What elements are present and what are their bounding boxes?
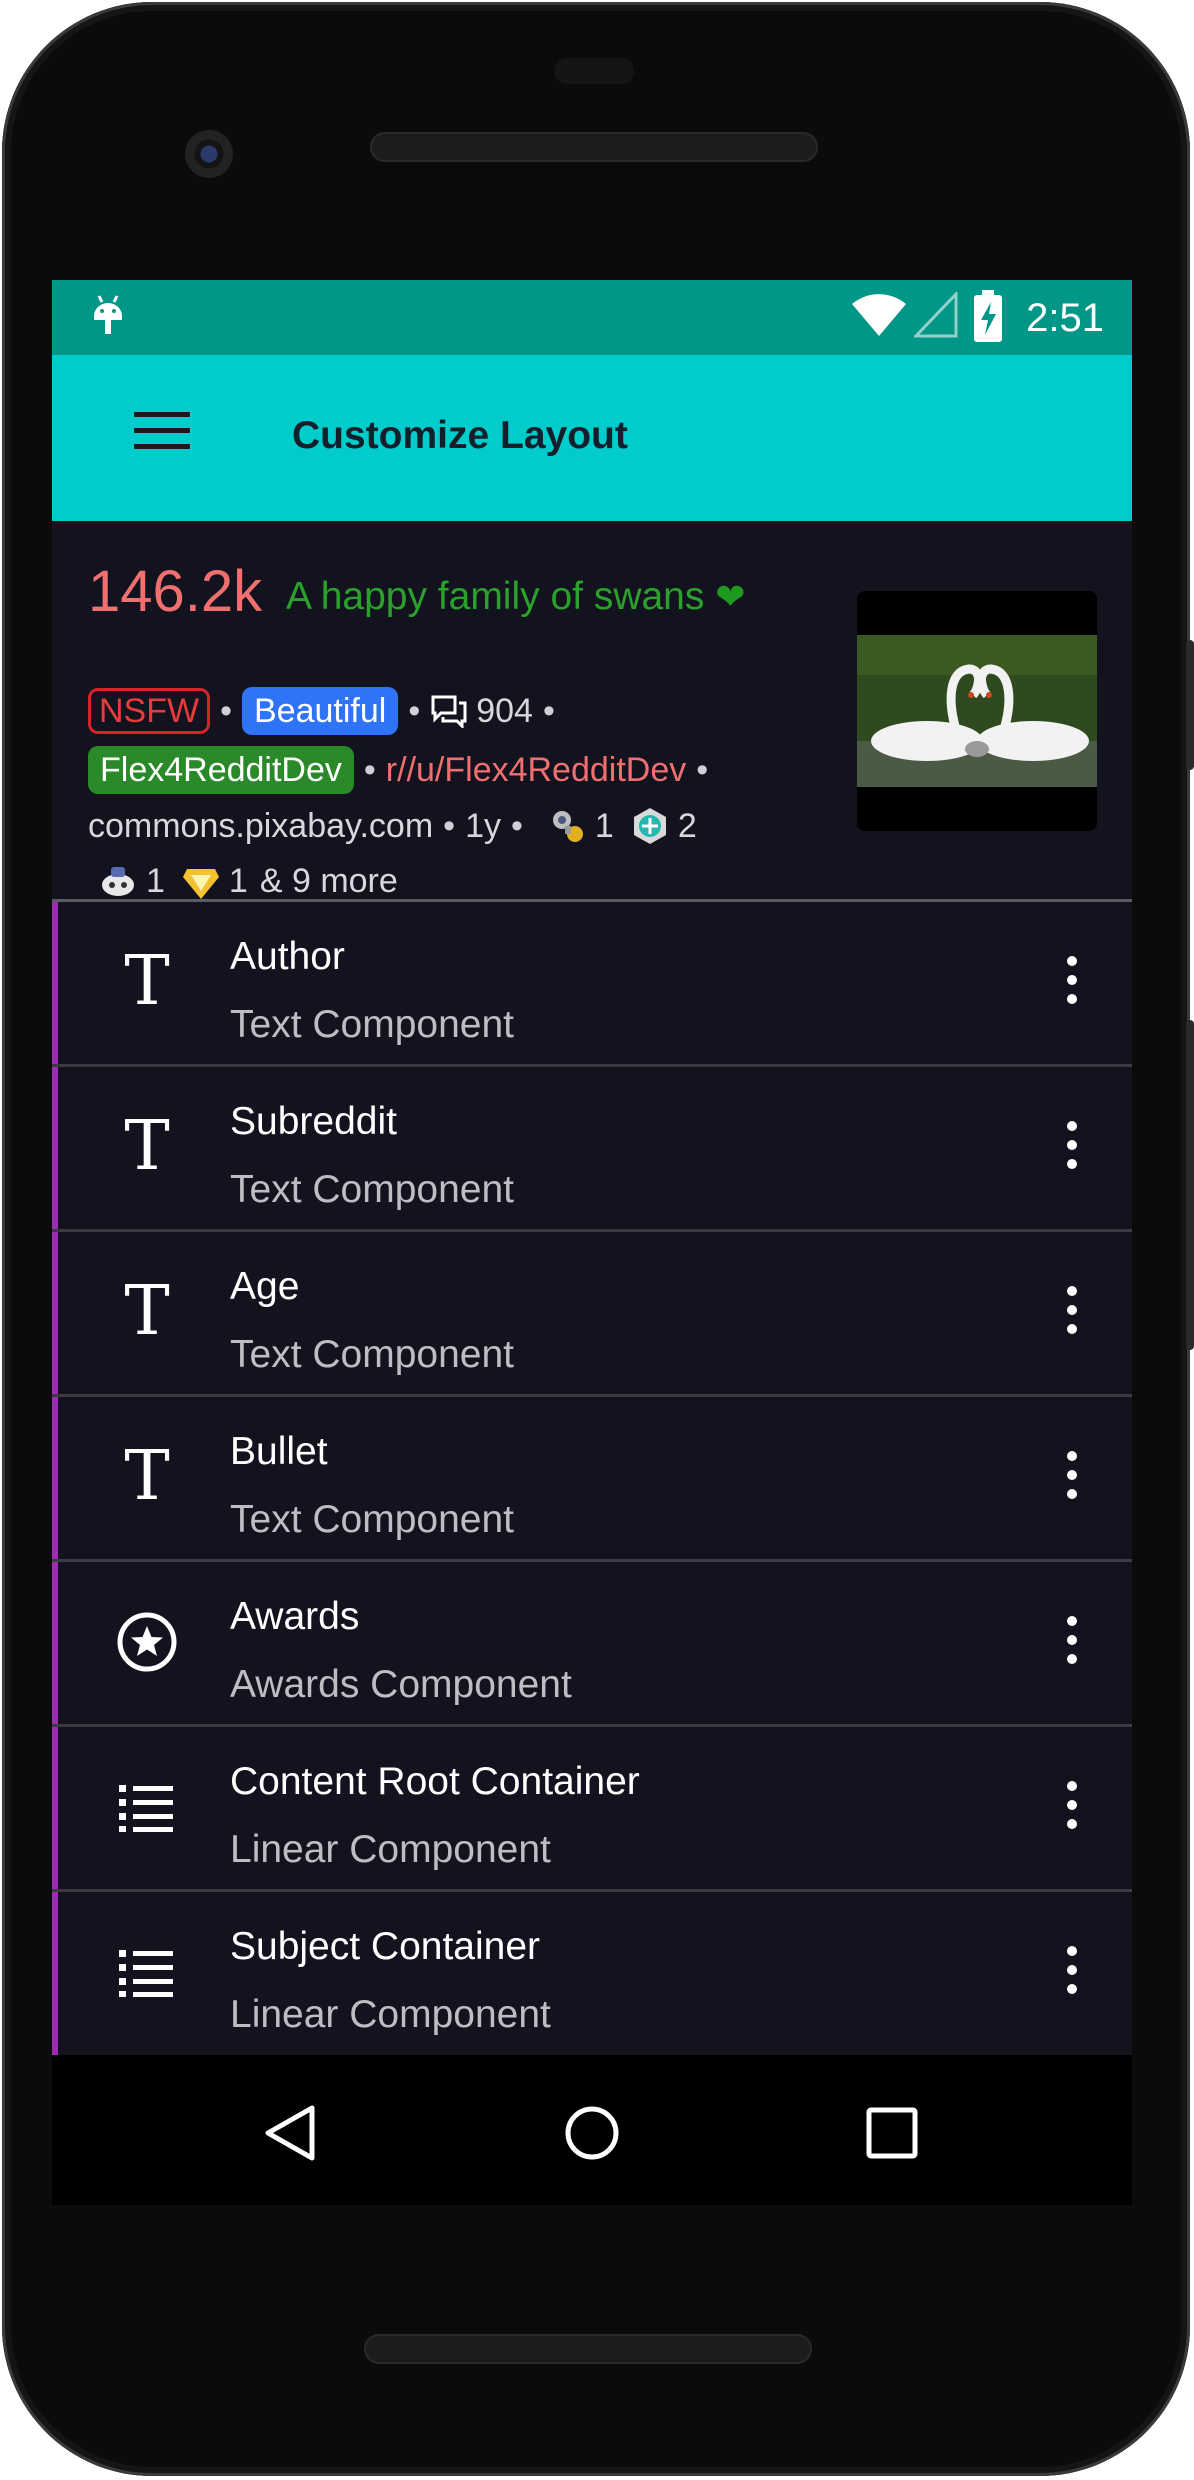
battery-charging-icon [974,290,1002,342]
post-age: 1y [465,807,501,845]
bullet: • [696,751,709,789]
list-item-author[interactable]: T Author Text Component [52,902,1132,1067]
list-item-content-root-container[interactable]: Content Root Container Linear Component [52,1727,1132,1892]
post-score: 146.2k [88,559,263,624]
status-bar: 2:51 [52,280,1132,355]
power-button [1186,640,1194,770]
row-accent [52,1562,58,1724]
list-icon [107,1932,187,2012]
award-count-1: 1 [594,807,614,845]
row-subtitle: Linear Component [230,1828,551,1871]
android-debug-icon [94,295,122,334]
volume-button [1186,1020,1194,1350]
swans-thumbnail-image [857,635,1097,787]
list-item-subreddit[interactable]: T Subreddit Text Component [52,1067,1132,1232]
row-title: Subreddit [230,1100,397,1143]
bullet: • [542,692,555,730]
row-title: Author [230,935,345,978]
list-item-age[interactable]: T Age Text Component [52,1232,1132,1397]
home-circle-icon[interactable] [562,2103,622,2163]
star-circle-icon [107,1602,187,1682]
row-subtitle: Linear Component [230,1993,551,2036]
component-list: T Author Text Component T Subreddit Text… [52,902,1132,2055]
recents-square-icon[interactable] [864,2105,920,2161]
link-flair-badge: Beautiful [242,687,399,735]
row-title: Subject Container [230,1925,541,1968]
row-accent [52,1892,58,2055]
front-camera-icon [185,130,233,178]
row-title: Age [230,1265,300,1308]
cell-signal-icon [914,292,958,338]
bullet: • [220,692,232,730]
proximity-sensor [554,58,634,84]
device-screen: 2:51 Customize Layout 146.2k A happy fam… [52,280,1132,2055]
more-vert-icon[interactable] [1057,1451,1087,1507]
row-accent [52,1067,58,1229]
post-title: A happy family of swans ❤ [286,571,745,623]
more-vert-icon[interactable] [1057,1781,1087,1837]
navigation-bar [52,2055,1132,2205]
row-accent [52,1727,58,1889]
row-subtitle: Text Component [230,1333,514,1376]
meta-line-1: NSFW • Beautiful • 904 • [88,686,565,736]
text-t-icon: T [124,1107,170,1186]
wifi-icon [852,294,906,336]
bullet: • [408,692,421,730]
row-subtitle: Awards Component [230,1663,572,1706]
award-robot-icon [102,867,134,896]
bullet: • [363,751,376,789]
row-accent [52,1232,58,1394]
post-title-text: A happy family of swans [286,575,705,618]
bullet: • [443,807,456,845]
more-vert-icon[interactable] [1057,1286,1087,1342]
more-vert-icon[interactable] [1057,1946,1087,2002]
comments-icon [431,695,467,728]
meta-line-3: commons.pixabay.com • 1y • 1 2 [88,801,697,851]
row-subtitle: Text Component [230,1003,514,1046]
app-title: Customize Layout [292,414,628,457]
more-vert-icon[interactable] [1057,956,1087,1012]
status-time: 2:51 [1026,296,1104,340]
list-icon [107,1767,187,1847]
award-rocket-icon [552,811,583,842]
back-triangle-icon[interactable] [262,2103,318,2163]
row-subtitle: Text Component [230,1168,514,1211]
row-accent [52,1397,58,1559]
comment-count: 904 [476,692,533,730]
post-thumbnail[interactable] [857,591,1097,831]
award-diamond-icon [182,869,219,899]
row-accent [52,902,58,1064]
more-vert-icon[interactable] [1057,1616,1087,1672]
app-bar: Customize Layout [52,355,1132,521]
text-t-icon: T [124,1272,170,1351]
row-title: Bullet [230,1430,328,1473]
row-subtitle: Text Component [230,1498,514,1541]
bottom-speaker [364,2334,812,2364]
list-item-awards[interactable]: Awards Awards Component [52,1562,1132,1727]
post-domain: commons.pixabay.com [88,807,434,845]
text-t-icon: T [124,1437,170,1516]
text-t-icon: T [124,942,170,1021]
subreddit-link: r//u/Flex4RedditDev [385,751,687,789]
row-title: Content Root Container [230,1760,640,1803]
post-preview: 146.2k A happy family of swans ❤ NSFW • … [52,521,1132,901]
meta-line-2: Flex4RedditDev • r//u/Flex4RedditDev • [88,745,718,795]
list-item-bullet[interactable]: T Bullet Text Component [52,1397,1132,1562]
nsfw-badge: NSFW [88,688,211,734]
award-medal-icon [633,808,666,844]
list-item-subject-container[interactable]: Subject Container Linear Component [52,1892,1132,2055]
earpiece-speaker [370,132,818,162]
more-vert-icon[interactable] [1057,1121,1087,1177]
hamburger-menu-icon[interactable] [134,412,190,460]
bullet: • [511,807,523,845]
award-count-2: 2 [677,807,697,845]
author-flair-badge: Flex4RedditDev [88,746,354,794]
heart-icon: ❤ [715,576,746,617]
row-title: Awards [230,1595,360,1638]
